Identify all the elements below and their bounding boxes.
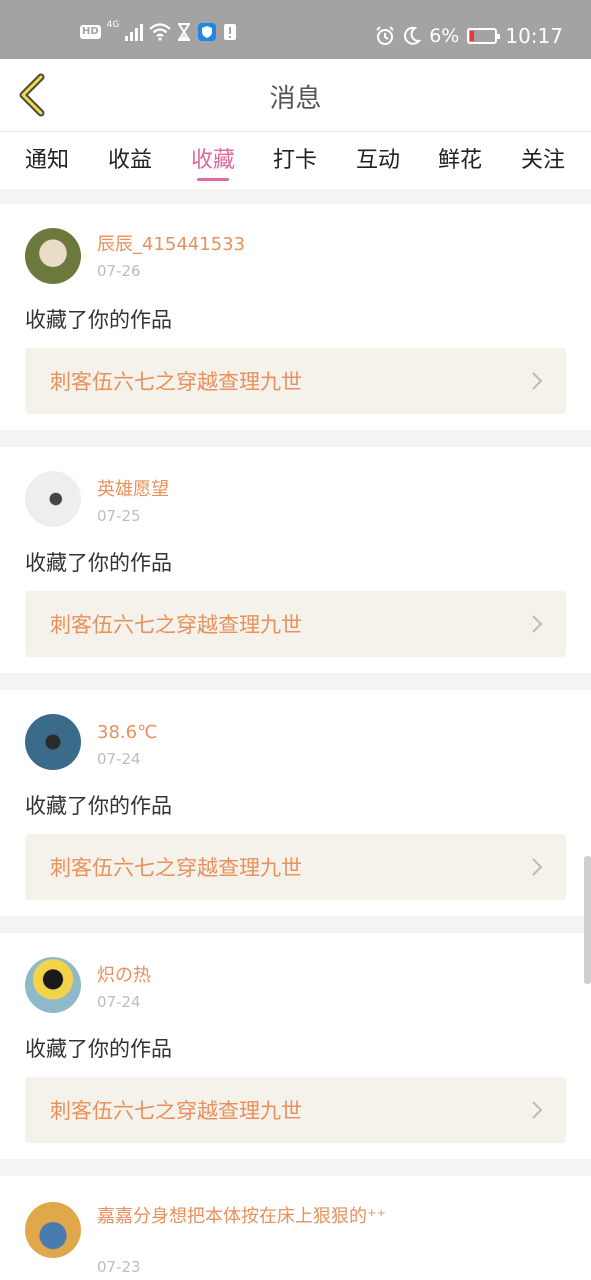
action-text: 收藏了你的作品 xyxy=(25,551,172,575)
app-header: 消息 xyxy=(0,59,591,131)
moon-icon xyxy=(404,26,422,45)
avatar[interactable] xyxy=(25,957,81,1013)
shield-app-icon xyxy=(198,23,217,41)
alarm-icon xyxy=(376,26,394,45)
chevron-right-icon xyxy=(532,372,543,390)
notification-date: 07-24 xyxy=(97,750,141,768)
active-tab-indicator xyxy=(197,178,229,181)
avatar[interactable] xyxy=(25,714,81,770)
work-link[interactable]: 刺客伍六七之穿越查理九世 xyxy=(25,348,566,414)
action-text: 收藏了你的作品 xyxy=(25,1037,172,1061)
network-gen-label: 4G xyxy=(106,20,120,30)
battery-percent: 6% xyxy=(429,25,460,47)
work-link[interactable]: 刺客伍六七之穿越查理九世 xyxy=(25,591,566,657)
notification-card: 炽の热 07-24 收藏了你的作品 刺客伍六七之穿越查理九世 xyxy=(0,933,591,1159)
scrollbar[interactable] xyxy=(584,856,591,984)
tab-follow[interactable]: 关注 xyxy=(508,142,578,174)
tab-bar: 通知 收益 收藏 打卡 互动 鲜花 关注 xyxy=(0,131,591,189)
username[interactable]: 英雄愿望 xyxy=(97,477,387,503)
hourglass-icon xyxy=(178,23,191,41)
username[interactable]: 38.6℃ xyxy=(97,720,387,746)
notification-card: 嘉嘉分身想把本体按在床上狠狠的⁺⁺ 07-23 xyxy=(0,1176,591,1280)
tab-earnings[interactable]: 收益 xyxy=(95,142,165,174)
notification-card: 38.6℃ 07-24 收藏了你的作品 刺客伍六七之穿越查理九世 xyxy=(0,690,591,916)
username[interactable]: 辰辰_415441533 xyxy=(97,232,387,258)
notification-app-icon xyxy=(224,24,237,40)
notification-date: 07-25 xyxy=(97,507,141,525)
status-right-icons: 6% 10:17 xyxy=(375,24,563,48)
work-title: 刺客伍六七之穿越查理九世 xyxy=(50,856,302,880)
notification-date: 07-23 xyxy=(97,1258,141,1276)
avatar[interactable] xyxy=(25,1202,81,1258)
tab-interaction[interactable]: 互动 xyxy=(343,142,413,174)
work-title: 刺客伍六七之穿越查理九世 xyxy=(50,370,302,394)
signal-icon xyxy=(125,23,144,41)
hd-badge: HD xyxy=(80,25,101,39)
status-left-icons: HD 4G xyxy=(80,20,237,42)
tab-checkin[interactable]: 打卡 xyxy=(260,142,330,174)
status-bar: HD 4G 6% 10:17 xyxy=(0,0,591,59)
notification-card: 辰辰_415441533 07-26 收藏了你的作品 刺客伍六七之穿越查理九世 xyxy=(0,204,591,430)
tab-flowers[interactable]: 鲜花 xyxy=(425,142,495,174)
battery-icon xyxy=(467,28,501,44)
chevron-right-icon xyxy=(532,1101,543,1119)
notification-card: 英雄愿望 07-25 收藏了你的作品 刺客伍六七之穿越查理九世 xyxy=(0,447,591,673)
avatar[interactable] xyxy=(25,471,81,527)
action-text: 收藏了你的作品 xyxy=(25,308,172,332)
work-title: 刺客伍六七之穿越查理九世 xyxy=(50,613,302,637)
avatar[interactable] xyxy=(25,228,81,284)
wifi-icon xyxy=(149,23,172,41)
action-text: 收藏了你的作品 xyxy=(25,794,172,818)
tab-favorites[interactable]: 收藏 xyxy=(178,142,248,174)
clock-time: 10:17 xyxy=(505,24,563,48)
chevron-right-icon xyxy=(532,858,543,876)
work-link[interactable]: 刺客伍六七之穿越查理九世 xyxy=(25,834,566,900)
username[interactable]: 炽の热 xyxy=(97,963,387,989)
work-title: 刺客伍六七之穿越查理九世 xyxy=(50,1099,302,1123)
chevron-right-icon xyxy=(532,615,543,633)
username[interactable]: 嘉嘉分身想把本体按在床上狠狠的⁺⁺ xyxy=(97,1204,387,1230)
tab-notifications[interactable]: 通知 xyxy=(12,142,82,174)
notification-date: 07-24 xyxy=(97,993,141,1011)
notification-date: 07-26 xyxy=(97,262,141,280)
work-link[interactable]: 刺客伍六七之穿越查理九世 xyxy=(25,1077,566,1143)
page-title: 消息 xyxy=(269,84,322,114)
